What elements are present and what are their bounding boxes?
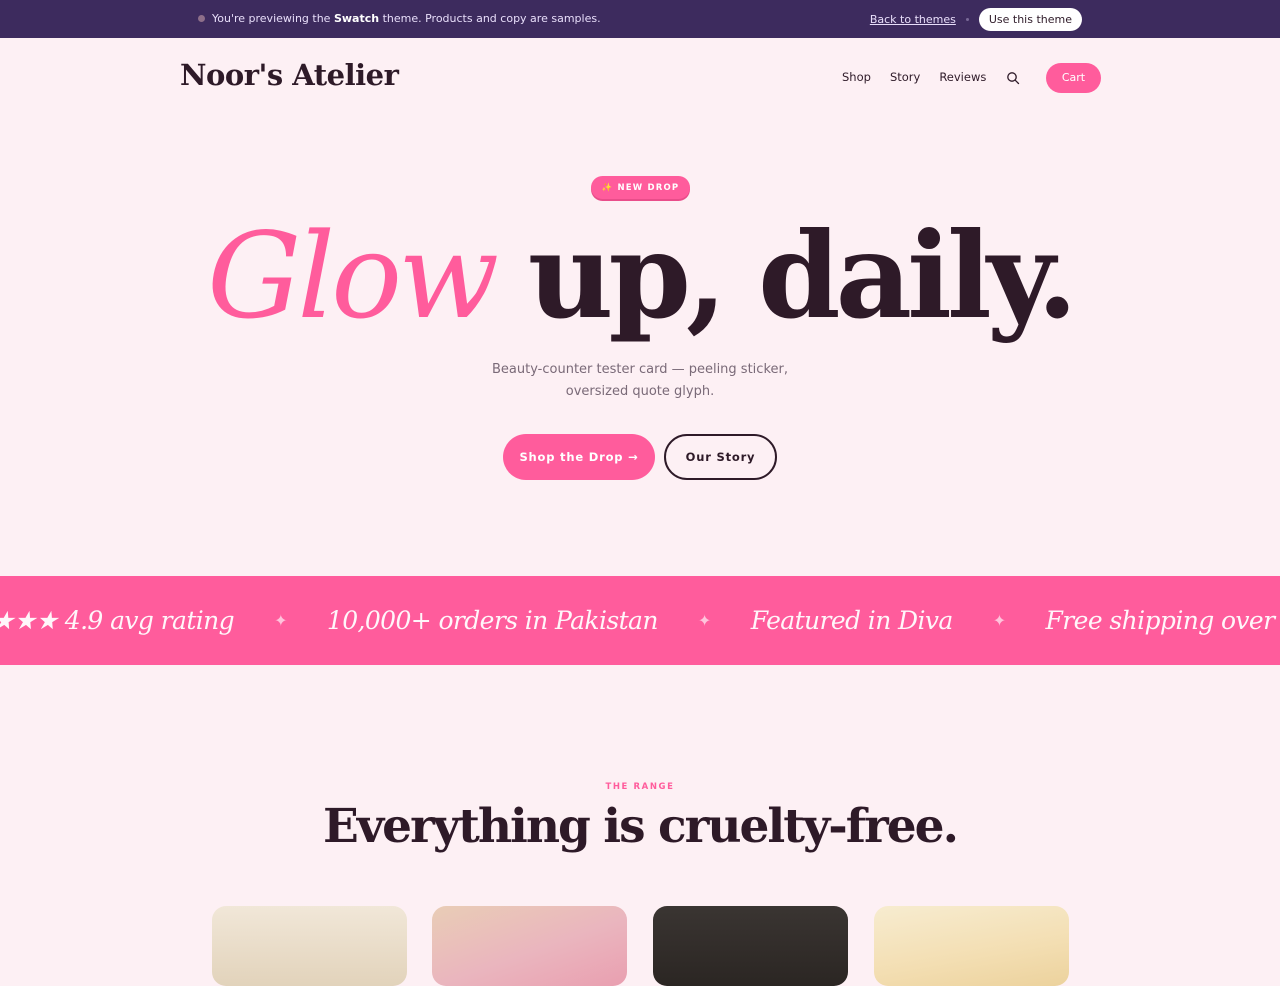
badge-label: NEW DROP	[617, 182, 680, 193]
product-card-image[interactable]	[212, 906, 407, 986]
nav-item-reviews[interactable]: Reviews	[939, 70, 986, 84]
hero-subtitle: Beauty-counter tester card — peeling sti…	[492, 362, 788, 399]
preview-text: You're previewing the Swatch theme. Prod…	[212, 12, 601, 25]
theme-name: Swatch	[333, 12, 380, 25]
back-to-themes-link[interactable]: Back to themes	[870, 13, 956, 26]
product-card-image[interactable]	[653, 906, 848, 986]
product-card-image[interactable]	[432, 906, 627, 986]
shop-the-drop-button[interactable]: Shop the Drop →	[503, 434, 655, 480]
nav-item-shop[interactable]: Shop	[842, 70, 871, 84]
marquee-item: Featured in Diva	[750, 606, 954, 635]
main-nav: Shop Story Reviews	[842, 70, 1005, 84]
separator-dot	[965, 18, 969, 21]
theme-preview-bar: You're previewing the Swatch theme. Prod…	[0, 0, 1280, 38]
our-story-button[interactable]: Our Story	[664, 434, 777, 480]
hero-title-accent: Glow	[207, 207, 499, 345]
new-drop-badge: ✨ NEW DROP	[591, 176, 690, 199]
use-theme-button[interactable]: Use this theme	[978, 8, 1082, 31]
store-logo[interactable]: Noor's Atelier	[180, 58, 399, 92]
trust-marquee: ★★★ 4.9 avg rating ✦ 10,000+ orders in P…	[0, 576, 1280, 665]
marquee-item: Free shipping over R	[1045, 606, 1280, 635]
preview-actions: Back to themes Use this theme	[870, 8, 1082, 31]
marquee-track: ★★★ 4.9 avg rating ✦ 10,000+ orders in P…	[0, 576, 1280, 665]
sparkle-separator-icon: ✦	[697, 611, 711, 630]
marquee-item: ★★★ 4.9 avg rating	[0, 606, 235, 635]
sparkles-icon: ✨	[601, 182, 614, 193]
preview-notice: You're previewing the Swatch theme. Prod…	[198, 12, 601, 25]
section-eyebrow: THE RANGE	[605, 782, 675, 792]
search-icon[interactable]	[1006, 71, 1020, 85]
hero-title-rest: up, daily.	[527, 206, 1078, 345]
product-card-image[interactable]	[874, 906, 1069, 986]
hero-title: Glow up, daily.	[0, 206, 1280, 346]
section-title: Everything is cruelty-free.	[323, 799, 959, 854]
cart-button[interactable]: Cart	[1046, 63, 1101, 93]
nav-item-story[interactable]: Story	[890, 70, 920, 84]
sparkle-separator-icon: ✦	[992, 611, 1006, 630]
status-dot-icon	[198, 15, 205, 22]
sparkle-separator-icon: ✦	[274, 611, 287, 630]
marquee-item: 10,000+ orders in Pakistan	[326, 606, 659, 635]
